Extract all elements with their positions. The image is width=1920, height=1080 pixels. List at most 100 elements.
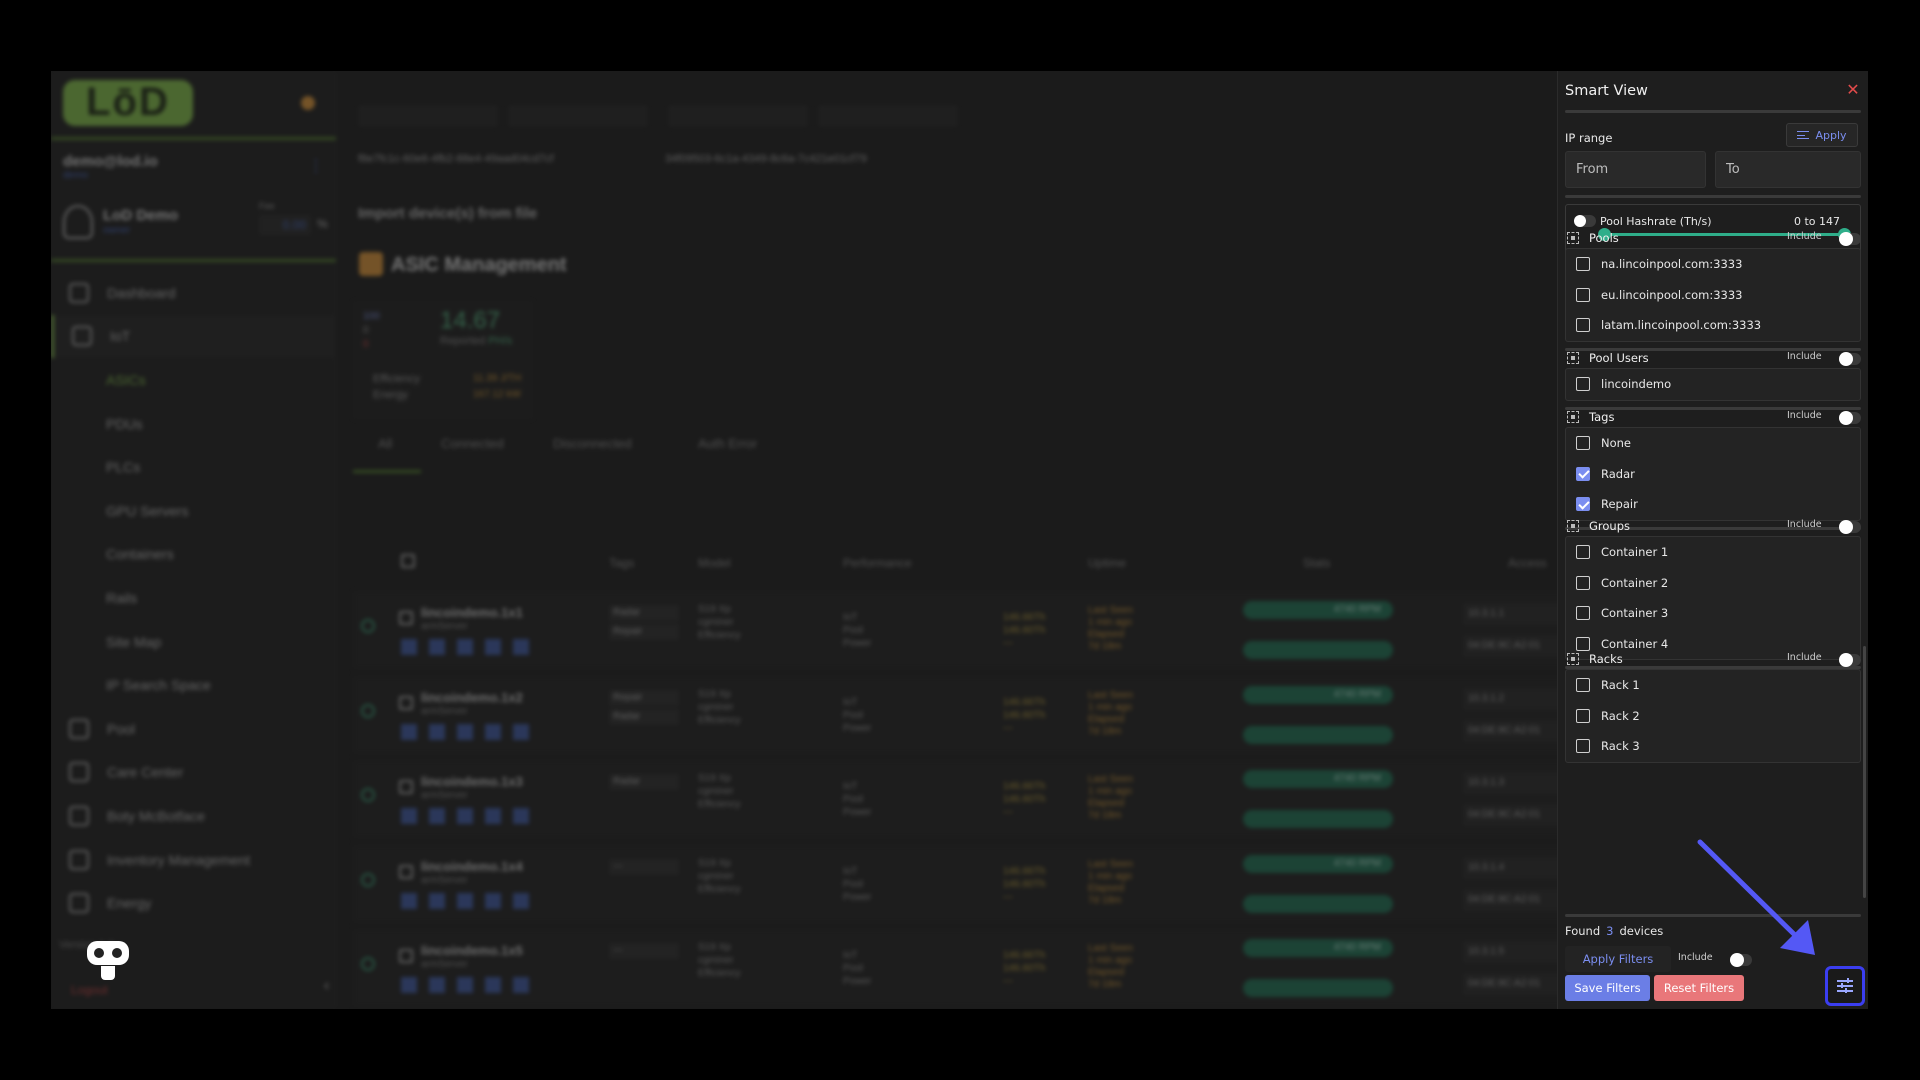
checkbox[interactable] [1576, 377, 1590, 392]
hashrate-toggle[interactable] [1574, 215, 1596, 227]
table-row[interactable]: lincoindemo.1x4 armServer --- S19 Xp cgminer… [353, 844, 1613, 923]
checkbox[interactable] [1576, 606, 1590, 621]
checkbox[interactable] [1576, 739, 1590, 754]
sidebar-item[interactable]: Pool [51, 707, 336, 751]
row-checkbox[interactable] [399, 780, 413, 794]
device-action-icons[interactable] [401, 808, 531, 824]
checkbox[interactable] [1576, 678, 1590, 693]
smart-view-toggle-button[interactable] [1825, 966, 1865, 1006]
device-action-icons[interactable] [401, 723, 531, 740]
sidebar-item[interactable]: Rails [51, 576, 336, 620]
reset-filters-button[interactable]: Reset Filters [1654, 975, 1744, 1001]
device-action-icons[interactable] [401, 892, 531, 909]
sidebar-item[interactable]: Boty McBotface [51, 794, 336, 838]
sidebar-item[interactable]: PDUs [51, 402, 336, 446]
device-name[interactable]: lincoindemo.1x5 [421, 943, 523, 958]
device-action-icons[interactable] [401, 977, 531, 993]
apply-ip-range-button[interactable]: Apply [1786, 123, 1858, 147]
sidebar-item[interactable]: Care Center [51, 751, 336, 795]
filter-option[interactable]: Rack 1 [1566, 670, 1860, 701]
tab-disconnected[interactable]: Disconnected [553, 436, 632, 451]
checkbox[interactable] [1576, 497, 1590, 512]
checkbox[interactable] [1576, 318, 1590, 333]
column-header[interactable]: Stats [1303, 556, 1330, 570]
collapse-chevron-icon[interactable]: ‹ [324, 977, 329, 995]
sidebar-item[interactable]: GPU Servers [51, 489, 336, 533]
filter-option[interactable]: Rack 3 [1566, 731, 1860, 762]
table-row[interactable]: lincoindemo.1x5 armServer --- S19 Xp cgminer… [353, 929, 1613, 1007]
filter-option[interactable]: Container 2 [1566, 568, 1860, 599]
column-header[interactable]: Model [698, 556, 731, 570]
row-checkbox[interactable] [399, 695, 413, 710]
include-toggle[interactable] [1839, 653, 1861, 667]
include-toggle[interactable] [1839, 352, 1861, 366]
checkbox[interactable] [1576, 287, 1590, 302]
select-all-checkbox[interactable] [401, 554, 415, 568]
include-toggle[interactable] [1730, 953, 1752, 967]
filter-option[interactable]: eu.lincoinpool.com:3333 [1566, 280, 1860, 311]
table-row[interactable]: lincoindemo.1x2 armServer Repair Radar S19 X… [353, 675, 1613, 754]
sidebar-item[interactable]: Dashboard [51, 271, 336, 315]
row-checkbox[interactable] [399, 949, 413, 963]
checkbox[interactable] [1576, 575, 1590, 590]
column-header[interactable]: Tags [609, 556, 634, 570]
account-menu-icon[interactable]: ⋮ [308, 156, 324, 176]
row-checkbox[interactable] [399, 611, 413, 625]
row-checkbox[interactable] [399, 864, 413, 879]
include-toggle[interactable] [1839, 232, 1861, 246]
apply-filters-button[interactable]: Apply Filters [1565, 946, 1671, 972]
import-devices-link[interactable]: Import device(s) from file [358, 205, 537, 222]
filter-option[interactable]: Rack 2 [1566, 701, 1860, 732]
include-toggle[interactable] [1839, 520, 1861, 534]
device-name[interactable]: lincoindemo.1x4 [421, 859, 523, 874]
fee-input[interactable]: 0.00 [259, 215, 311, 235]
checkbox[interactable] [1576, 466, 1590, 481]
panel-scrollbar[interactable] [1863, 646, 1866, 898]
section-expand-icon[interactable] [1567, 411, 1579, 423]
table-row[interactable]: lincoindemo.1x1 armServer Radar Repair S19 X… [353, 591, 1613, 669]
device-name[interactable]: lincoindemo.1x1 [421, 605, 523, 620]
sidebar-item[interactable]: Site Map [51, 620, 336, 664]
device-name[interactable]: lincoindemo.1x3 [421, 774, 523, 789]
sidebar-item[interactable]: PLCs [51, 445, 336, 489]
logout-link[interactable]: Logout [71, 983, 108, 997]
checkbox[interactable] [1576, 545, 1590, 560]
section-expand-icon[interactable] [1567, 232, 1579, 244]
checkbox[interactable] [1576, 708, 1590, 723]
close-icon[interactable]: ✕ [1842, 79, 1864, 101]
tab-connected[interactable]: Connected [441, 436, 504, 451]
filter-option[interactable]: lincoindemo [1566, 369, 1860, 400]
filter-option[interactable]: latam.lincoinpool.com:3333 [1566, 310, 1860, 341]
filter-option[interactable]: Radar [1566, 459, 1860, 490]
ip-to-input[interactable] [1715, 151, 1861, 188]
save-filters-button[interactable]: Save Filters [1565, 975, 1650, 1001]
tab-all[interactable]: All [378, 436, 392, 451]
column-header[interactable]: Performance [843, 556, 912, 570]
ip-from-input[interactable] [1565, 151, 1706, 188]
sidebar-item[interactable]: Containers [51, 533, 336, 577]
filter-option[interactable]: na.lincoinpool.com:3333 [1566, 249, 1860, 280]
device-action-icons[interactable] [401, 639, 531, 655]
filter-option[interactable]: None [1566, 428, 1860, 459]
column-header[interactable]: Access [1508, 556, 1547, 570]
checkbox[interactable] [1576, 436, 1590, 451]
sidebar-item[interactable]: IP Search Space [51, 663, 336, 707]
sidebar-item[interactable]: Inventory Management [51, 838, 336, 882]
table-row[interactable]: lincoindemo.1x3 armServer Radar S19 Xp cgmin… [353, 760, 1613, 838]
sidebar-item[interactable]: ASICs [51, 358, 336, 402]
sidebar-item[interactable]: Energy [51, 881, 336, 925]
section-expand-icon[interactable] [1567, 520, 1579, 532]
device-name[interactable]: lincoindemo.1x2 [421, 690, 523, 705]
tab-auth-error[interactable]: Auth Error [698, 436, 757, 451]
filter-option[interactable]: Container 1 [1566, 537, 1860, 568]
sidebar-item[interactable]: IoT [51, 314, 336, 359]
checkbox[interactable] [1576, 257, 1590, 272]
filter-option[interactable]: Repair [1566, 489, 1860, 520]
theme-sun-icon[interactable] [301, 96, 315, 110]
section-expand-icon[interactable] [1567, 653, 1579, 665]
filter-option[interactable]: Container 3 [1566, 598, 1860, 629]
section-expand-icon[interactable] [1567, 352, 1579, 364]
assistant-robot-icon[interactable] [87, 941, 129, 965]
brand-logo[interactable]: LōD [63, 80, 193, 126]
column-header[interactable]: Uptime [1088, 556, 1126, 570]
